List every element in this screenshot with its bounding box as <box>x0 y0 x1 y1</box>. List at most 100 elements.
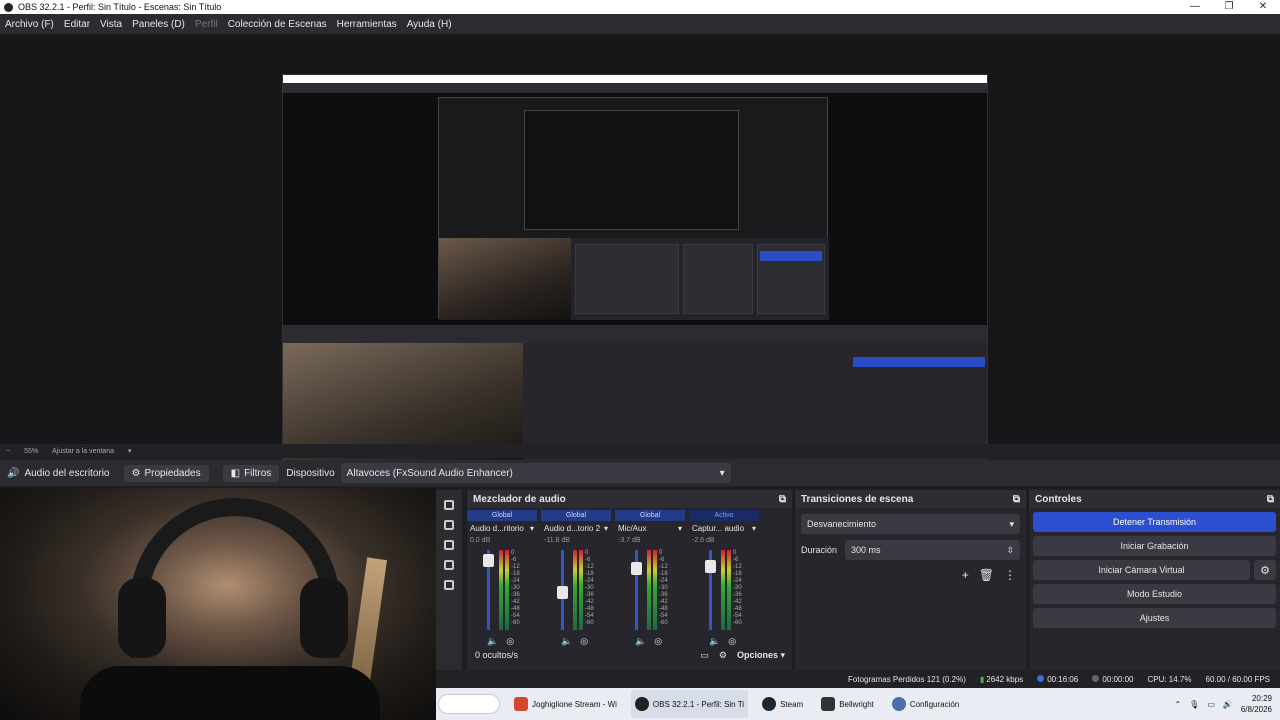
scale-tick: -30 <box>511 585 520 591</box>
nested-stream-button <box>760 251 822 261</box>
preview-canvas <box>282 74 988 472</box>
start-virtualcam-button[interactable]: Iniciar Cámara Virtual <box>1033 560 1250 580</box>
task-steam[interactable]: Steam <box>758 690 807 718</box>
zoom-bar: − 55% Ajustar a la ventana ▾ <box>0 444 1280 458</box>
gear-icon[interactable]: ⚙ <box>719 650 727 661</box>
chevron-down-icon[interactable]: ▾ <box>530 524 534 533</box>
chevron-down-icon[interactable]: ▾ <box>128 447 132 455</box>
scale-tick: -36 <box>511 592 520 598</box>
lock-icon[interactable] <box>444 520 454 530</box>
lock-icon[interactable] <box>444 580 454 590</box>
chevron-down-icon[interactable]: ▾ <box>752 524 756 533</box>
channel-name[interactable]: Captur... audio ▾ <box>689 524 759 533</box>
level-meter <box>653 550 657 630</box>
menu-vista[interactable]: Vista <box>95 19 127 30</box>
clock[interactable]: 20:29 6/8/2026 <box>1241 693 1272 715</box>
zoom-level[interactable]: 55% <box>24 448 38 455</box>
task-browser[interactable]: Joghiglione Stream - Wi <box>510 690 621 718</box>
channel-name[interactable]: Audio d...ritorio ▾ <box>467 524 537 533</box>
fader-knob[interactable] <box>483 554 494 567</box>
properties-label: Propiedades <box>144 467 201 479</box>
scale-tick: -54 <box>733 613 742 619</box>
hidden-count: 0 ocultos/s <box>475 650 519 660</box>
record-icon <box>1092 674 1100 682</box>
fps: 60.00 / 60.00 FPS <box>1205 674 1271 684</box>
more-icon[interactable]: ⋮ <box>1004 568 1016 582</box>
channel-name-label: Mic/Aux <box>618 524 647 533</box>
zoom-out-icon[interactable]: − <box>6 448 10 455</box>
options-button[interactable]: Opciones ▾ <box>737 650 785 661</box>
channel-name[interactable]: Audio d...torio 2 ▾ <box>541 524 611 533</box>
network-icon[interactable]: ▭ <box>1207 700 1215 709</box>
scale-tick: -18 <box>585 571 594 577</box>
undock-icon[interactable]: ⧉ <box>1267 494 1274 505</box>
task-settings[interactable]: Configuración <box>888 690 963 718</box>
taskbar-search[interactable] <box>438 694 500 714</box>
zoom-fit[interactable]: Ajustar a la ventana <box>52 448 114 455</box>
fader-knob[interactable] <box>631 562 642 575</box>
source-item: 🔊 Audio del escritorio <box>0 468 117 479</box>
device-label: Dispositivo <box>286 467 335 479</box>
channel-db: -3.7 dB <box>618 537 641 544</box>
gear-icon[interactable]: ⚙ <box>1254 560 1276 580</box>
lock-icon[interactable] <box>444 540 454 550</box>
chevron-down-icon[interactable]: ▾ <box>678 524 682 533</box>
scale-tick: -30 <box>733 585 742 591</box>
device-select[interactable]: Altavoces (FxSound Audio Enhancer) ▾ <box>340 463 731 483</box>
close-button[interactable]: ✕ <box>1246 0 1280 14</box>
trash-icon[interactable]: 🗑 <box>979 568 994 582</box>
channel-name-label: Audio d...torio 2 <box>544 524 601 533</box>
menu-herramientas[interactable]: Herramientas <box>332 19 402 30</box>
source-toolbar: 🔊 Audio del escritorio ⚙ Propiedades ◧ F… <box>0 460 1280 486</box>
stop-streaming-button[interactable]: Detener Transmisión <box>1033 512 1276 532</box>
start-recording-button[interactable]: Iniciar Grabación <box>1033 536 1276 556</box>
fader-knob[interactable] <box>705 559 716 573</box>
obs-icon <box>634 697 649 711</box>
transition-select[interactable]: Desvanecimiento ▾ <box>801 514 1020 534</box>
lock-icon[interactable] <box>444 560 454 570</box>
menu-coleccion[interactable]: Colección de Escenas <box>223 19 332 30</box>
menu-archivo[interactable]: Archivo (F) <box>0 19 59 30</box>
chevron-down-icon[interactable]: ▾ <box>604 524 608 533</box>
level-meter <box>499 550 503 630</box>
channel-name[interactable]: Mic/Aux ▾ <box>615 524 685 533</box>
layout-icon[interactable]: ▭ <box>700 650 709 661</box>
device-value: Altavoces (FxSound Audio Enhancer) <box>346 467 513 479</box>
chevron-up-icon[interactable]: ⌃ <box>1174 700 1181 709</box>
fader-knob[interactable] <box>557 586 568 599</box>
minimize-button[interactable]: — <box>1178 0 1212 14</box>
duration-label: Duración <box>801 545 838 555</box>
level-meter <box>727 550 731 630</box>
volume-icon[interactable]: 🔊 <box>1223 700 1233 709</box>
nested-webcam <box>439 238 571 320</box>
properties-button[interactable]: ⚙ Propiedades <box>123 464 209 482</box>
studio-mode-button[interactable]: Modo Estudio <box>1033 584 1276 604</box>
task-obs[interactable]: OBS 32.2.1 - Perfil: Sin Ti <box>630 690 749 718</box>
task-label: Configuración <box>909 699 960 709</box>
microphone-icon[interactable]: 🎙 <box>1189 700 1199 709</box>
stream-time-item: 00:16:06 <box>1037 674 1078 684</box>
menu-paneles[interactable]: Paneles (D) <box>127 19 190 30</box>
program-preview[interactable] <box>0 34 1280 472</box>
menu-perfil[interactable]: Perfil <box>190 19 223 30</box>
undock-icon[interactable]: ⧉ <box>1013 494 1020 505</box>
duration-input[interactable]: 300 ms ⇳ <box>845 540 1020 560</box>
channel-name-label: Captur... audio <box>692 524 745 533</box>
menu-ayuda[interactable]: Ayuda (H) <box>402 19 457 30</box>
task-label: OBS 32.2.1 - Perfil: Sin Ti <box>652 699 745 709</box>
task-bellwright[interactable]: Bellwright <box>817 690 878 718</box>
add-icon[interactable]: + <box>962 568 969 582</box>
menu-editar[interactable]: Editar <box>59 19 95 30</box>
maximize-button[interactable]: ❐ <box>1212 0 1246 14</box>
stepper-icon[interactable]: ⇳ <box>1006 545 1014 556</box>
lock-icon[interactable] <box>444 500 454 510</box>
sources-sidebar <box>436 490 462 670</box>
undock-icon[interactable]: ⧉ <box>779 494 786 505</box>
filters-button[interactable]: ◧ Filtros <box>222 464 280 482</box>
obs-logo-icon <box>4 2 13 12</box>
scale-tick: -60 <box>585 620 594 626</box>
chevron-down-icon: ▾ <box>719 467 725 479</box>
mixer-channel: Activo Captur... audio ▾ -2.6 dB 0 -6 -12 -1… <box>689 510 759 650</box>
nested-preview <box>438 97 829 320</box>
settings-button[interactable]: Ajustes <box>1033 608 1276 628</box>
